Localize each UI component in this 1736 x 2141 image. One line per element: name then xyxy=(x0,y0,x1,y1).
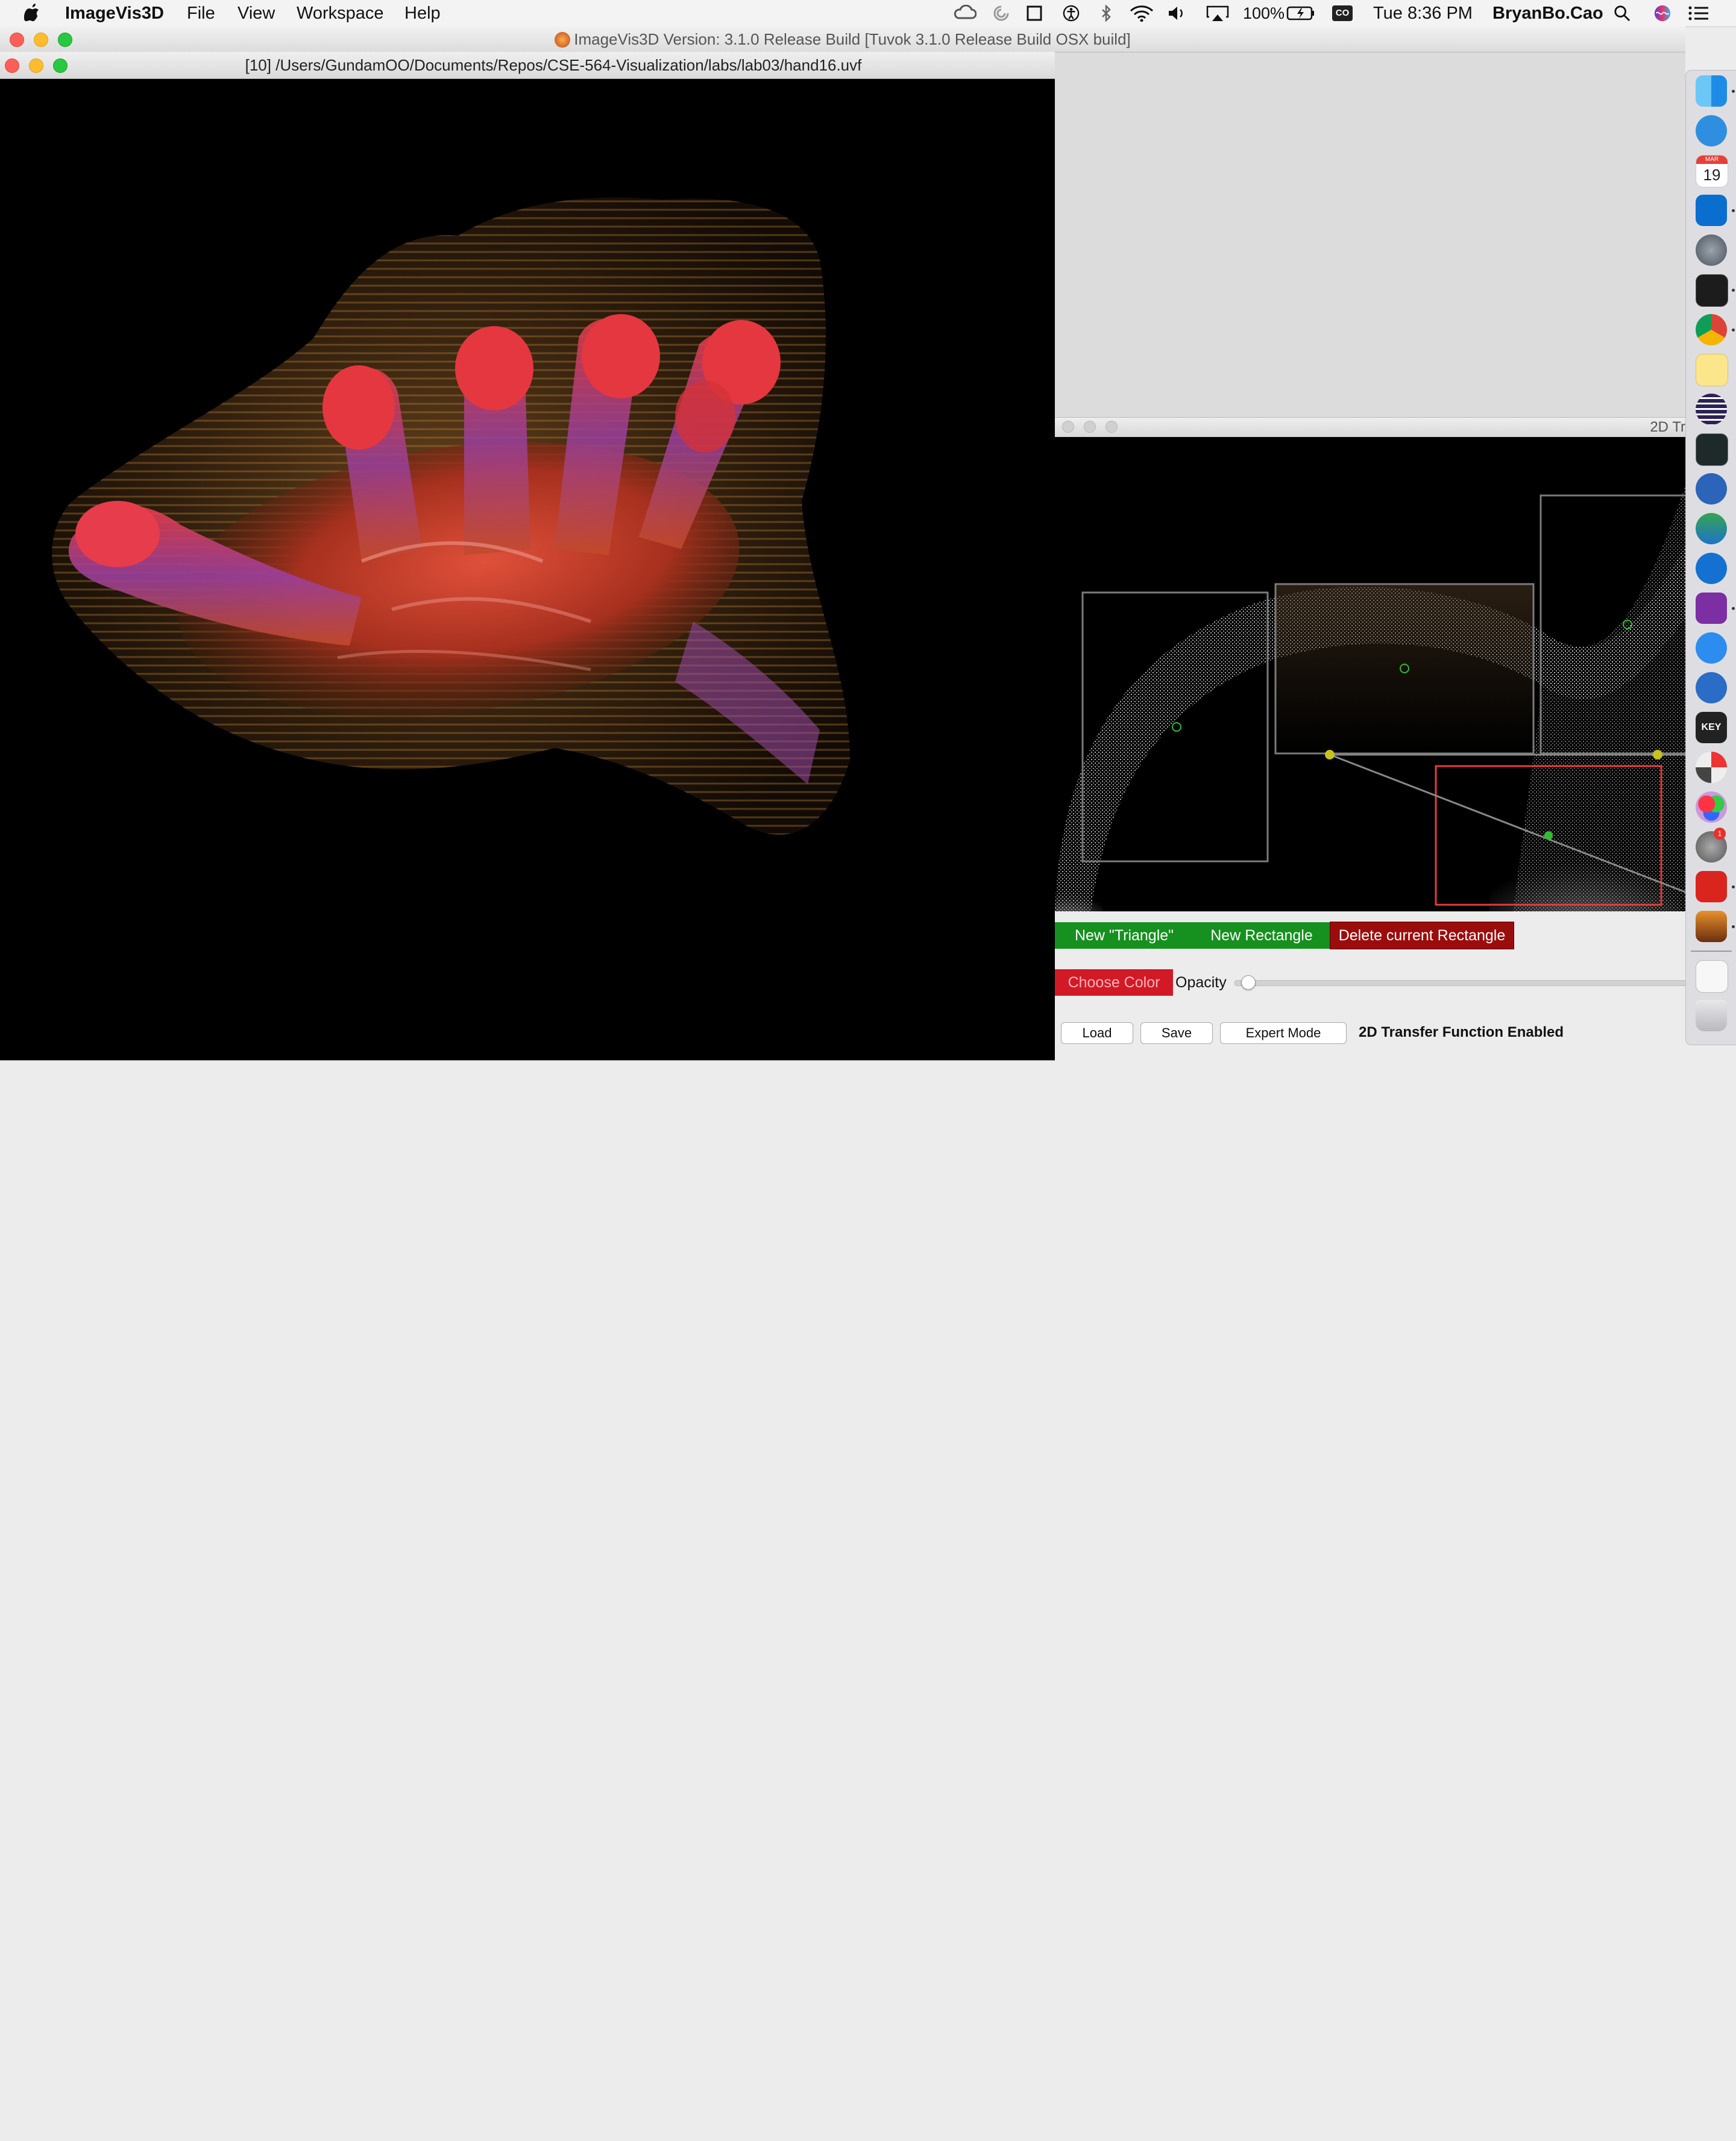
opacity-slider-knob[interactable] xyxy=(1241,975,1256,990)
battery-percent: 100% xyxy=(1243,4,1285,22)
rocket-icon[interactable] xyxy=(1696,234,1727,266)
tf-zoom-button[interactable] xyxy=(1105,421,1118,433)
choose-color-button[interactable]: Choose Color xyxy=(1055,969,1173,996)
calendar-day: 19 xyxy=(1703,166,1721,184)
menu-help[interactable]: Help xyxy=(404,0,441,27)
hand-volume-rendering xyxy=(52,197,850,835)
notification-center-icon[interactable] xyxy=(1688,5,1709,22)
save-button[interactable]: Save xyxy=(1140,1022,1213,1044)
resize-grip-icon[interactable] xyxy=(1673,2129,1685,2141)
empty-dock-panel xyxy=(1055,52,1685,417)
menu-bar: ImageVis3D File View Workspace Help 100%… xyxy=(0,0,1736,27)
opacity-label: Opacity xyxy=(1175,974,1227,991)
r-icon[interactable] xyxy=(1696,473,1727,505)
render-window-titlebar: [10] /Users/GundamOO/Documents/Repos/CSE… xyxy=(0,52,1055,79)
tf-status-text: 2D Transfer Function Enabled xyxy=(1359,1024,1564,1040)
teamviewer-icon[interactable] xyxy=(1696,553,1727,584)
input-source-icon[interactable]: CO xyxy=(1332,5,1353,21)
screen-icon[interactable] xyxy=(1026,5,1043,22)
menu-file[interactable]: File xyxy=(187,0,215,27)
terminal-icon[interactable] xyxy=(1696,274,1728,307)
quicktime-icon[interactable] xyxy=(1696,672,1727,703)
sync-icon[interactable] xyxy=(992,5,1010,22)
trash-icon[interactable] xyxy=(1696,1000,1727,1031)
spotlight-icon[interactable] xyxy=(1613,5,1631,22)
render-status-bar xyxy=(0,1060,1055,1086)
main-window-title: ImageVis3D Version: 3.1.0 Release Build … xyxy=(0,27,1685,52)
eclipse-icon[interactable] xyxy=(1696,394,1727,425)
new-triangle-button[interactable]: New "Triangle" xyxy=(1055,922,1194,949)
volume-render-view[interactable] xyxy=(0,79,1055,1060)
finder-icon[interactable] xyxy=(1696,75,1727,107)
tf-minimize-button[interactable] xyxy=(1084,421,1096,433)
colorsync-icon[interactable] xyxy=(1696,791,1727,823)
user-name[interactable]: BryanBo.Cao xyxy=(1492,0,1603,27)
tf-controls: New "Triangle" New Rectangle Delete curr… xyxy=(1055,911,1687,1061)
tf-gradient-handle[interactable] xyxy=(1653,750,1662,759)
menu-workspace[interactable]: Workspace xyxy=(297,0,384,27)
browser-icon[interactable] xyxy=(1696,513,1727,544)
load-button[interactable]: Load xyxy=(1061,1022,1133,1044)
imagevis3d-logo-icon xyxy=(555,32,571,48)
siri-icon[interactable] xyxy=(1653,5,1672,22)
document-icon[interactable] xyxy=(1696,960,1728,993)
apple-icon[interactable] xyxy=(24,4,40,22)
expert-mode-button[interactable]: Expert Mode xyxy=(1220,1022,1347,1044)
outlook-icon[interactable] xyxy=(1696,195,1727,226)
badge-count: 1 xyxy=(1714,828,1726,840)
tf-window-titlebar: 2D Tr xyxy=(1055,417,1685,438)
tf-window-title: 2D Tr xyxy=(1650,419,1685,435)
activity-monitor-icon[interactable] xyxy=(1696,433,1728,466)
dock: MAR 19 KEY 1 xyxy=(1685,70,1736,1045)
new-rectangle-button[interactable]: New Rectangle xyxy=(1194,922,1330,949)
volume-icon[interactable] xyxy=(1167,5,1187,22)
opacity-slider-track[interactable] xyxy=(1234,980,1687,986)
delete-rectangle-button[interactable]: Delete current Rectangle xyxy=(1330,922,1514,949)
render-window-title: [10] /Users/GundamOO/Documents/Repos/CSE… xyxy=(245,56,862,74)
battery-icon[interactable] xyxy=(1286,5,1315,22)
zoom-icon[interactable] xyxy=(1696,632,1727,664)
tf-center-handle[interactable] xyxy=(1544,831,1553,840)
tf-center-handle[interactable] xyxy=(1172,722,1181,732)
tf-histogram xyxy=(1055,485,1685,911)
main-window-title-text: ImageVis3D Version: 3.1.0 Release Build … xyxy=(574,30,1131,48)
color-wheel-icon[interactable] xyxy=(1696,752,1727,783)
tf-histogram-canvas[interactable] xyxy=(1055,437,1685,911)
pen-app-icon[interactable] xyxy=(1696,115,1727,146)
tf-gradient-handle[interactable] xyxy=(1325,750,1335,759)
acrobat-icon[interactable] xyxy=(1696,871,1727,902)
tf-close-button[interactable] xyxy=(1062,421,1074,433)
clock[interactable]: Tue 8:36 PM xyxy=(1373,0,1473,27)
tf-rect-widget[interactable] xyxy=(1274,583,1535,755)
calendar-icon[interactable]: MAR 19 xyxy=(1696,155,1728,187)
imagevis3d-icon[interactable] xyxy=(1696,911,1727,942)
airplay-icon[interactable] xyxy=(1206,5,1230,22)
wifi-icon[interactable] xyxy=(1130,5,1154,22)
bluetooth-icon[interactable] xyxy=(1098,5,1114,22)
accessibility-icon[interactable] xyxy=(1062,5,1080,22)
calendar-month: MAR xyxy=(1696,156,1728,164)
creative-cloud-icon[interactable] xyxy=(954,5,976,22)
onenote-icon[interactable] xyxy=(1696,593,1727,624)
chrome-icon[interactable] xyxy=(1696,314,1727,345)
notes-icon[interactable] xyxy=(1696,354,1728,386)
dock-separator xyxy=(1691,951,1732,952)
keynote-icon[interactable]: KEY xyxy=(1696,712,1727,743)
menu-view[interactable]: View xyxy=(237,0,275,27)
app-menu[interactable]: ImageVis3D xyxy=(65,0,164,27)
main-window-titlebar: ImageVis3D Version: 3.1.0 Release Build … xyxy=(0,27,1685,52)
